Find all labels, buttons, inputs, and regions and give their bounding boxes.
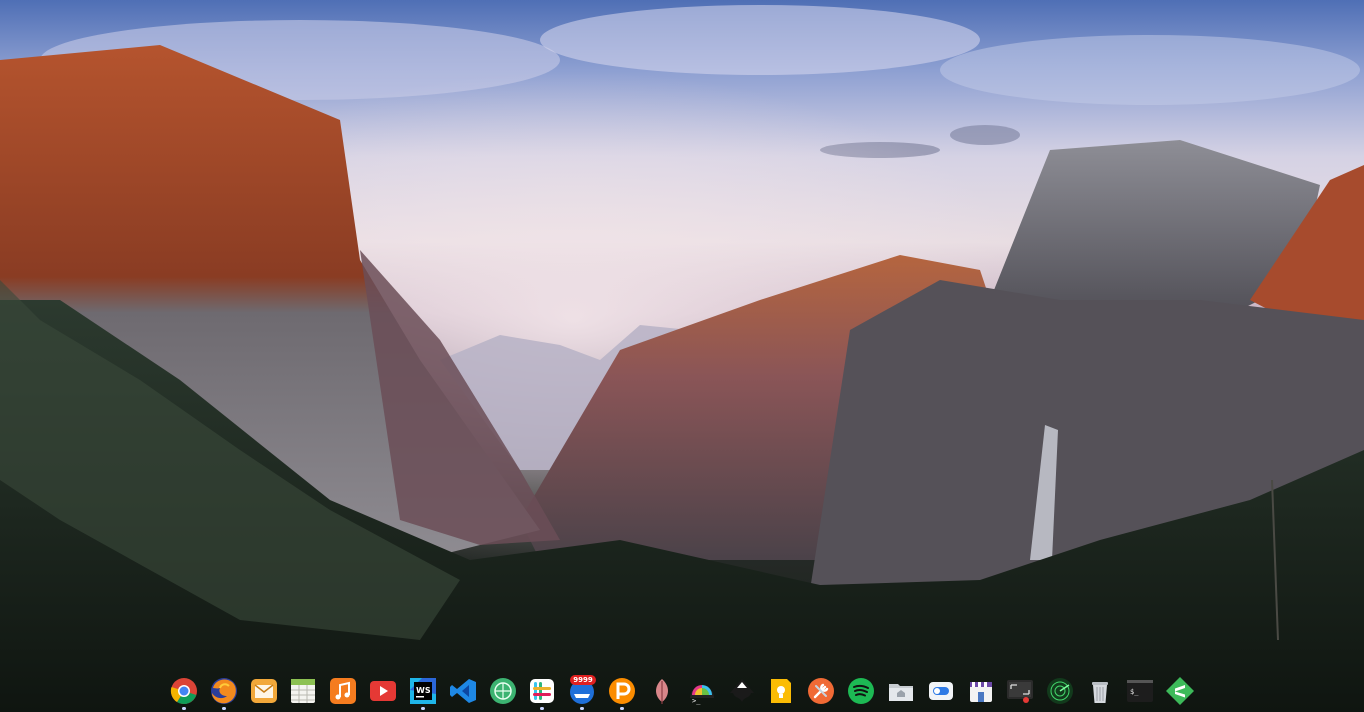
dock-item-leaf[interactable]: [646, 672, 678, 710]
wallpaper: [0, 0, 1364, 712]
inkscape-icon: [729, 679, 754, 702]
dock-item-slack[interactable]: [526, 672, 558, 710]
video-player-icon: [370, 681, 397, 701]
dock-item-inkscape[interactable]: [726, 672, 758, 710]
dock-item-vscode[interactable]: [447, 672, 479, 710]
radar-icon: [1047, 678, 1074, 704]
dock-item-video-player[interactable]: [367, 672, 399, 710]
webstorm-icon: WS: [409, 678, 436, 704]
dock-item-chrome[interactable]: [168, 672, 200, 710]
mail-icon: [250, 679, 277, 703]
svg-text:$_: $_: [1130, 688, 1139, 696]
dock-item-terminal[interactable]: $_: [1124, 672, 1156, 710]
home-folder-icon: [888, 684, 913, 701]
dock-item-mail[interactable]: [248, 672, 280, 710]
git-client-icon: [489, 678, 516, 704]
dock-item-hyper-terminal[interactable]: >_: [686, 672, 718, 710]
keep-notes-icon: [771, 679, 792, 703]
hyper-terminal-icon: >_: [689, 685, 714, 705]
dock-item-webstorm[interactable]: WS: [407, 672, 439, 710]
dock: WS 9999 >_ $_: [162, 670, 1202, 712]
music-icon: [330, 678, 357, 704]
running-indicator: [182, 707, 186, 710]
dock-item-firefox[interactable]: [208, 672, 240, 710]
dock-item-trash[interactable]: [1084, 672, 1116, 710]
dock-item-screen-recorder[interactable]: [1004, 672, 1036, 710]
dock-item-notifications[interactable]: 9999: [566, 672, 598, 710]
running-indicator: [540, 707, 545, 710]
running-indicator: [221, 707, 226, 710]
svg-text:>_: >_: [692, 697, 701, 705]
dock-item-app-store[interactable]: [965, 672, 997, 710]
app-store-icon: [969, 682, 992, 702]
spreadsheet-icon: [291, 679, 316, 703]
leaf-icon: [655, 679, 668, 704]
toggle-settings-icon: [928, 682, 953, 700]
chrome-icon: [170, 678, 197, 705]
dock-item-keep-notes[interactable]: [765, 672, 797, 710]
vscode-icon: [449, 679, 476, 703]
dock-item-home-folder[interactable]: [885, 672, 917, 710]
dock-item-spreadsheet[interactable]: [287, 672, 319, 710]
dock-item-spotify[interactable]: [845, 672, 877, 710]
dock-item-radar[interactable]: [1044, 672, 1076, 710]
dock-item-music[interactable]: [327, 672, 359, 710]
running-indicator: [580, 707, 585, 710]
firefox-icon: [210, 678, 237, 704]
svg-text:WS: WS: [416, 686, 431, 695]
sublime-icon: [1165, 677, 1194, 705]
notification-badge: 9999: [570, 675, 596, 685]
dock-item-p-app[interactable]: [606, 672, 638, 710]
dock-item-sublime[interactable]: [1164, 672, 1196, 710]
tools-icon: [808, 678, 835, 704]
p-app-icon: [609, 678, 636, 704]
dock-item-git-client[interactable]: [487, 672, 519, 710]
slack-icon: [530, 679, 555, 703]
trash-icon: [1092, 682, 1109, 703]
dock-item-tools[interactable]: [805, 672, 837, 710]
running-indicator: [620, 707, 625, 710]
terminal-icon: $_: [1126, 680, 1153, 702]
running-indicator: [420, 707, 425, 710]
spotify-icon: [848, 678, 875, 704]
screen-recorder-icon: [1007, 680, 1034, 703]
desktop[interactable]: WS 9999 >_ $_: [0, 0, 1364, 712]
dock-item-toggle-settings[interactable]: [925, 672, 957, 710]
